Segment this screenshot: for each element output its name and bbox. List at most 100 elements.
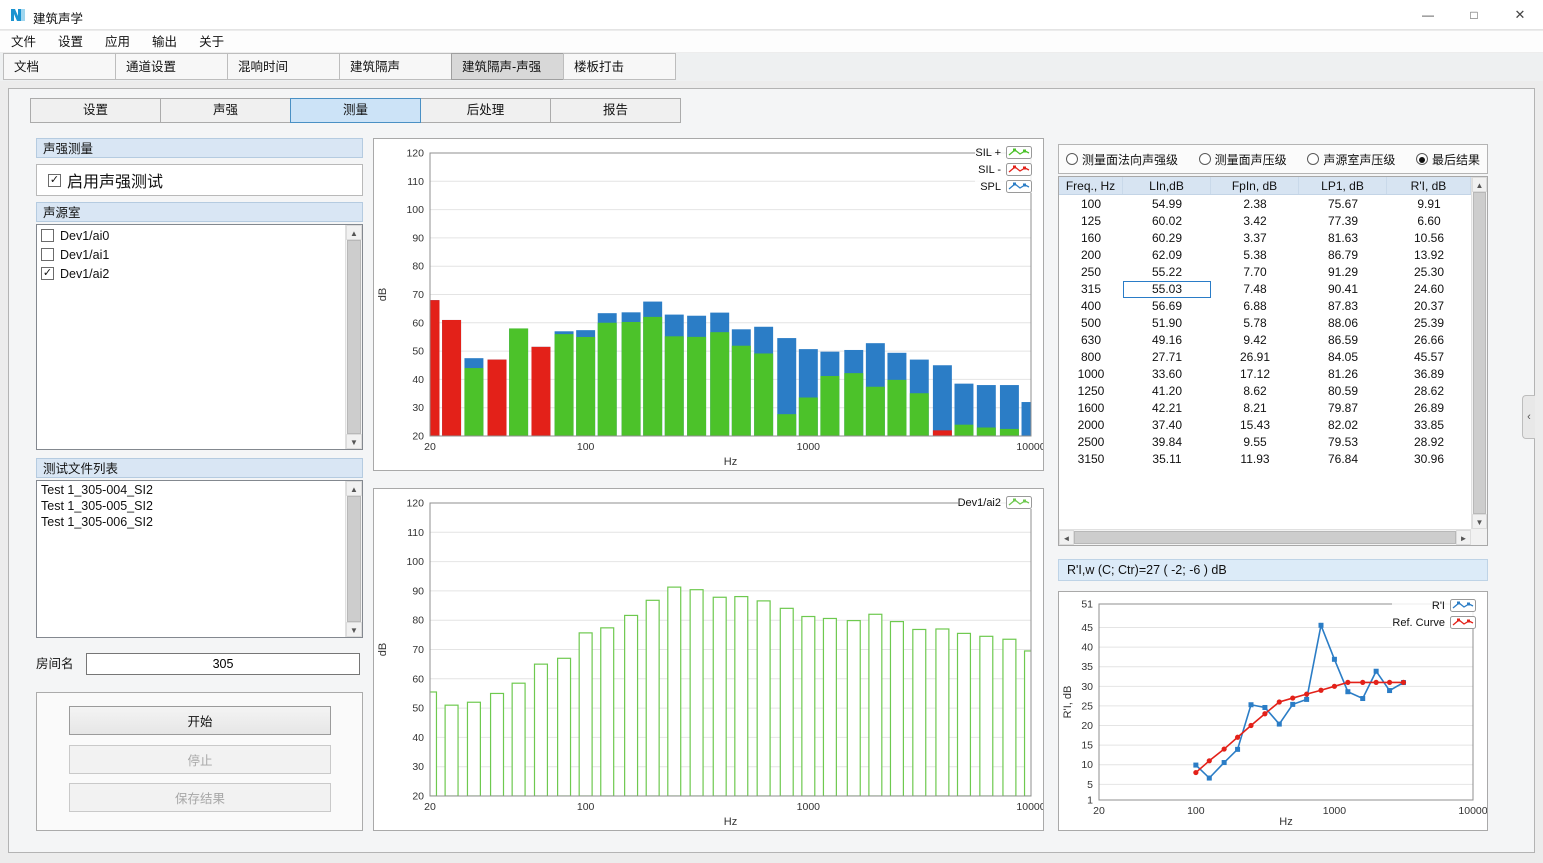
radio-label: 测量面法向声强级	[1082, 151, 1178, 168]
main-tab-3[interactable]: 建筑隔声	[339, 53, 452, 80]
table-row[interactable]: 40056.696.8887.8320.37	[1059, 298, 1471, 315]
svg-text:110: 110	[407, 527, 424, 539]
radio-icon	[1416, 153, 1428, 165]
results-table: Freq., HzLIn,dBFpIn, dBLP1, dBR'I, dB 10…	[1058, 176, 1488, 546]
save-results-button[interactable]: 保存结果	[69, 783, 331, 812]
table-row[interactable]: 20062.095.3886.7913.92	[1059, 247, 1471, 264]
scrollbar-thumb[interactable]	[347, 496, 361, 622]
table-row[interactable]: 125041.208.6280.5928.62	[1059, 383, 1471, 400]
table-row[interactable]: 200037.4015.4382.0233.85	[1059, 417, 1471, 434]
main-tab-4[interactable]: 建筑隔声-声强	[451, 53, 564, 80]
scroll-down-icon[interactable]: ▼	[1472, 514, 1487, 529]
column-header-1: LIn,dB	[1123, 177, 1211, 194]
main-tab-5[interactable]: 楼板打击	[563, 53, 676, 80]
sub-tab-3[interactable]: 后处理	[420, 98, 551, 123]
radio-option-0[interactable]: 测量面法向声强级	[1066, 151, 1178, 168]
sub-tab-1[interactable]: 声强	[160, 98, 291, 123]
channel-item-2[interactable]: ✓Dev1/ai2	[37, 264, 344, 283]
stop-button[interactable]: 停止	[69, 745, 331, 774]
menu-item-0[interactable]: 文件	[0, 31, 47, 52]
radio-icon	[1066, 153, 1078, 165]
radio-option-1[interactable]: 测量面声压级	[1199, 151, 1287, 168]
table-cell: 8.62	[1211, 383, 1299, 400]
sub-tab-0[interactable]: 设置	[30, 98, 161, 123]
scroll-up-icon[interactable]: ▲	[346, 225, 362, 240]
vertical-scrollbar[interactable]: ▲▼	[345, 225, 362, 449]
maximize-button[interactable]: □	[1451, 0, 1497, 30]
column-header-4: R'I, dB	[1387, 177, 1471, 194]
menu-item-4[interactable]: 关于	[188, 31, 235, 52]
radio-option-2[interactable]: 声源室声压级	[1307, 151, 1395, 168]
scroll-down-icon[interactable]: ▼	[346, 434, 362, 449]
test-file-item-1[interactable]: Test 1_305-005_SI2	[37, 498, 344, 514]
checkbox-icon: ✓	[41, 267, 54, 280]
channel-item-1[interactable]: Dev1/ai1	[37, 245, 344, 264]
table-cell: 76.84	[1299, 451, 1387, 468]
table-row[interactable]: 250039.849.5579.5328.92	[1059, 434, 1471, 451]
column-header-0: Freq., Hz	[1059, 177, 1123, 194]
scroll-up-icon[interactable]: ▲	[346, 481, 362, 496]
room-name-input[interactable]	[86, 653, 360, 675]
table-cell: 3.42	[1211, 213, 1299, 230]
scroll-down-icon[interactable]: ▼	[346, 622, 362, 637]
table-row[interactable]: 160042.218.2179.8726.89	[1059, 400, 1471, 417]
table-row[interactable]: 10054.992.3875.679.91	[1059, 196, 1471, 213]
enable-intensity-checkbox[interactable]: ✓ 启用声强测试	[36, 164, 363, 196]
scroll-right-icon[interactable]: ►	[1456, 530, 1471, 545]
vertical-scrollbar[interactable]: ▲▼	[345, 481, 362, 637]
table-row[interactable]: 315035.1111.9376.8430.96	[1059, 451, 1471, 468]
table-vertical-scrollbar[interactable]: ▲▼	[1471, 177, 1487, 529]
table-cell: 15.43	[1211, 417, 1299, 434]
scrollbar-thumb[interactable]	[1473, 192, 1486, 514]
scrollbar-thumb[interactable]	[347, 240, 361, 434]
svg-text:dB: dB	[377, 288, 389, 301]
channel-label: Dev1/ai0	[60, 229, 109, 243]
svg-text:dB: dB	[377, 643, 389, 656]
test-file-item-2[interactable]: Test 1_305-006_SI2	[37, 514, 344, 530]
menu-item-3[interactable]: 输出	[141, 31, 188, 52]
main-tab-2[interactable]: 混响时间	[227, 53, 340, 80]
channel-item-0[interactable]: Dev1/ai0	[37, 226, 344, 245]
scrollbar-thumb[interactable]	[1074, 531, 1456, 544]
menu-item-2[interactable]: 应用	[94, 31, 141, 52]
svg-text:1000: 1000	[797, 441, 821, 453]
menu-item-1[interactable]: 设置	[47, 31, 94, 52]
table-cell: 25.39	[1387, 315, 1471, 332]
test-file-item-0[interactable]: Test 1_305-004_SI2	[37, 482, 344, 498]
main-tab-1[interactable]: 通道设置	[115, 53, 228, 80]
svg-text:80: 80	[412, 615, 424, 627]
radio-label: 最后结果	[1432, 151, 1480, 168]
minimize-button[interactable]: —	[1405, 0, 1451, 30]
scroll-up-icon[interactable]: ▲	[1472, 177, 1487, 192]
svg-text:120: 120	[406, 498, 424, 510]
table-row[interactable]: 25055.227.7091.2925.30	[1059, 264, 1471, 281]
scroll-left-icon[interactable]: ◄	[1059, 530, 1074, 545]
table-row[interactable]: 31555.037.4890.4124.60	[1059, 281, 1471, 298]
main-tab-bar: 文档通道设置混响时间建筑隔声建筑隔声-声强楼板打击	[0, 53, 1543, 81]
svg-text:100: 100	[577, 441, 595, 453]
svg-text:20: 20	[412, 431, 424, 443]
sub-tab-4[interactable]: 报告	[550, 98, 681, 123]
table-row[interactable]: 63049.169.4286.5926.66	[1059, 332, 1471, 349]
sub-tab-2[interactable]: 测量	[290, 98, 421, 123]
svg-text:Hz: Hz	[724, 456, 737, 468]
close-button[interactable]: ✕	[1497, 0, 1543, 30]
start-button[interactable]: 开始	[69, 706, 331, 735]
menu-bar: 文件设置应用输出关于	[0, 31, 1543, 53]
legend-icon	[1450, 616, 1476, 629]
radio-option-3[interactable]: 最后结果	[1416, 151, 1480, 168]
svg-text:30: 30	[1081, 681, 1093, 693]
window-controls: —□✕	[1405, 0, 1543, 30]
main-tab-0[interactable]: 文档	[3, 53, 116, 80]
table-horizontal-scrollbar[interactable]: ◄►	[1059, 529, 1471, 545]
svg-text:70: 70	[412, 289, 424, 301]
table-cell: 33.60	[1123, 366, 1211, 383]
sub-tab-bar: 设置声强测量后处理报告	[31, 98, 681, 123]
collapse-panel-button[interactable]: ‹	[1522, 395, 1535, 439]
table-row[interactable]: 80027.7126.9184.0545.57	[1059, 349, 1471, 366]
table-row[interactable]: 16060.293.3781.6310.56	[1059, 230, 1471, 247]
table-row[interactable]: 100033.6017.1281.2636.89	[1059, 366, 1471, 383]
table-row[interactable]: 50051.905.7888.0625.39	[1059, 315, 1471, 332]
radio-label: 测量面声压级	[1215, 151, 1287, 168]
table-row[interactable]: 12560.023.4277.396.60	[1059, 213, 1471, 230]
